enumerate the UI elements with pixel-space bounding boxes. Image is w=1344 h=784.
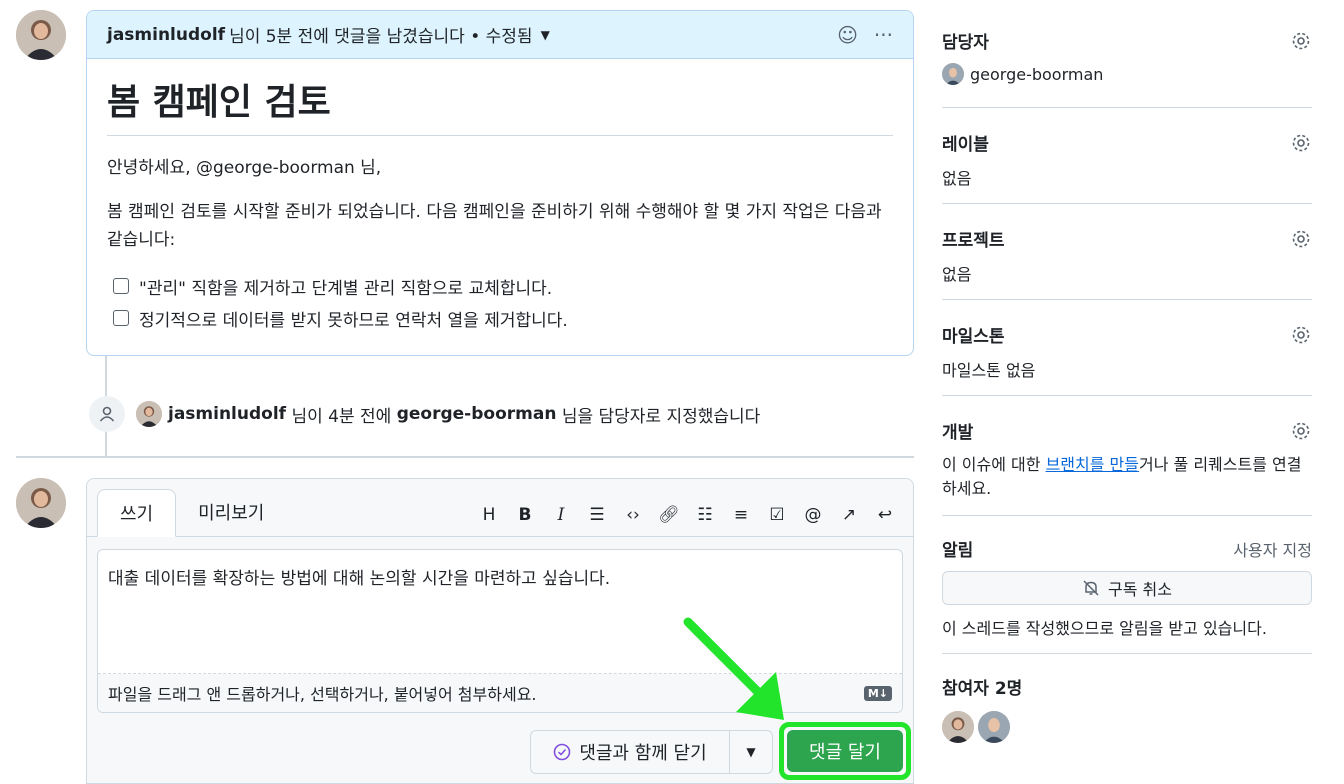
- link-icon[interactable]: 🔗︎: [655, 501, 683, 529]
- assignees-gear-icon[interactable]: [1290, 30, 1312, 52]
- event-text2: 님을 담당자로 지정했습니다: [561, 406, 761, 427]
- development-text: 이 이슈에 대한 브랜치를 만들거나 풀 리퀘스트를 연결하세요.: [942, 453, 1312, 501]
- projects-value: 없음: [942, 265, 972, 284]
- mention-icon[interactable]: @: [799, 501, 827, 529]
- chevron-down-icon: ▼: [746, 745, 756, 759]
- event-assignee[interactable]: george-boorman: [397, 404, 557, 424]
- comment-greeting: 안녕하세요, @george-boorman 님,: [107, 158, 382, 178]
- sidebar-milestone: 마일스톤 마일스톤 없음: [942, 300, 1312, 396]
- close-options-dropdown[interactable]: ▼: [729, 730, 773, 774]
- task-label: "관리" 직함을 제거하고 단계별 관리 직함으로 교체합니다.: [139, 278, 553, 299]
- event-actor[interactable]: jasminludolf: [168, 404, 286, 424]
- create-branch-link[interactable]: 브랜치를 만들: [1046, 455, 1139, 474]
- task-item: "관리" 직함을 제거하고 단계별 관리 직함으로 교체합니다.: [107, 270, 893, 302]
- edited-dropdown-icon[interactable]: ▼: [541, 28, 550, 42]
- more-options-icon[interactable]: ···: [874, 23, 893, 47]
- comment-header: jasminludolf 님이 5분 전에 댓글을 남겼습니다 • 수정됨 ▼ …: [87, 11, 913, 59]
- unordered-list-icon[interactable]: ☷: [691, 501, 719, 529]
- comment-meta: 님이 5분 전에 댓글을 남겼습니다 • 수정됨: [229, 27, 533, 47]
- comment-title: 봄 캠페인 검토: [107, 73, 893, 136]
- sidebar-development: 개발 이 이슈에 대한 브랜치를 만들거나 풀 리퀘스트를 연결하세요.: [942, 396, 1312, 516]
- notification-reason: 이 스레드를 작성했으므로 알림을 받고 있습니다.: [942, 619, 1267, 638]
- issue-comment: jasminludolf 님이 5분 전에 댓글을 남겼습니다 • 수정됨 ▼ …: [86, 10, 914, 356]
- customize-link[interactable]: 사용자 지정: [1233, 537, 1312, 561]
- labels-title: 레이블: [942, 135, 989, 155]
- development-text-before: 이 이슈에 대한: [942, 455, 1046, 474]
- sidebar-labels: 레이블 없음: [942, 108, 1312, 204]
- attach-hint: 파일을 드래그 앤 드롭하거나, 선택하거나, 붙어넣어 첨부하세요.: [108, 685, 537, 704]
- markdown-toolbar: H B I ☰ ‹› 🔗︎ ☷ ≡ ☑ @ ↗ ↩: [475, 501, 899, 529]
- reply-icon[interactable]: ↩: [871, 501, 899, 529]
- participant-avatar[interactable]: [942, 711, 974, 743]
- sidebar-projects: 프로젝트 없음: [942, 204, 1312, 300]
- tab-preview[interactable]: 미리보기: [176, 488, 286, 536]
- timeline-divider: [16, 456, 914, 458]
- ordered-list-icon[interactable]: ≡: [727, 501, 755, 529]
- close-with-comment-button[interactable]: 댓글과 함께 닫기: [530, 730, 730, 774]
- close-with-comment-label: 댓글과 함께 닫기: [579, 743, 707, 764]
- markdown-icon: M↓: [863, 685, 892, 701]
- task-checkbox[interactable]: [113, 278, 129, 294]
- avatar-current-user: [16, 478, 66, 528]
- task-list-icon[interactable]: ☑: [763, 501, 791, 529]
- participants-title: 참여자 2명: [942, 679, 1023, 699]
- green-arrow-annotation: [683, 617, 784, 720]
- development-title: 개발: [942, 423, 974, 443]
- bold-icon[interactable]: B: [511, 501, 539, 529]
- labels-gear-icon[interactable]: [1290, 132, 1312, 154]
- reference-icon[interactable]: ↗: [835, 501, 863, 529]
- sidebar-assignees: 담당자 george-boorman: [942, 28, 1312, 108]
- assignee-name[interactable]: george-boorman: [970, 65, 1103, 84]
- comment-paragraph: 봄 캠페인 검토를 시작할 준비가 되었습니다. 다음 캠페인을 준비하기 위해…: [107, 202, 882, 250]
- comment-button[interactable]: 댓글 달기: [787, 730, 903, 772]
- milestone-value: 마일스톤 없음: [942, 361, 1036, 380]
- person-icon: [89, 396, 125, 432]
- sidebar-notifications: 알림 사용자 지정 구독 취소 이 스레드를 작성했으므로 알림을 받고 있습니…: [942, 516, 1312, 654]
- comment-author[interactable]: jasminludolf: [107, 25, 225, 45]
- projects-title: 프로젝트: [942, 231, 1005, 251]
- code-icon[interactable]: ‹›: [619, 501, 647, 529]
- avatar-jasminludolf[interactable]: [16, 10, 66, 60]
- task-label: 정기적으로 데이터를 받지 못하므로 연락처 열을 제거합니다.: [139, 310, 568, 331]
- tab-write[interactable]: 쓰기: [97, 489, 177, 537]
- notifications-title: 알림: [942, 541, 974, 561]
- italic-icon[interactable]: I: [547, 501, 575, 529]
- avatar-jasminludolf-small[interactable]: [136, 401, 162, 427]
- comment-body: 봄 캠페인 검토 안녕하세요, @george-boorman 님, 봄 캠페인…: [87, 59, 913, 348]
- development-gear-icon[interactable]: [1290, 420, 1312, 442]
- assignees-title: 담당자: [942, 33, 989, 53]
- avatar-george-boorman[interactable]: [942, 63, 964, 85]
- task-item: 정기적으로 데이터를 받지 못하므로 연락처 열을 제거합니다.: [107, 302, 893, 334]
- milestone-gear-icon[interactable]: [1290, 324, 1312, 346]
- labels-value: 없음: [942, 169, 972, 188]
- milestone-title: 마일스톤: [942, 327, 1005, 347]
- bell-slash-icon: [1083, 580, 1099, 596]
- assign-event: jasminludolf 님이 4분 전에 george-boorman 님을 …: [136, 400, 760, 428]
- sidebar-participants: 참여자 2명: [942, 654, 1312, 766]
- heading-icon[interactable]: H: [475, 501, 503, 529]
- task-checkbox[interactable]: [113, 310, 129, 326]
- emoji-reaction-icon[interactable]: ☺: [837, 23, 858, 47]
- participant-avatar[interactable]: [978, 711, 1010, 743]
- check-circle-icon: [554, 743, 571, 761]
- projects-gear-icon[interactable]: [1290, 228, 1312, 250]
- unsubscribe-button[interactable]: 구독 취소: [942, 571, 1312, 605]
- quote-icon[interactable]: ☰: [583, 501, 611, 529]
- sidebar: 담당자 george-boorman 레이블 없음 프로젝트 없음 마일스톤 마…: [942, 28, 1312, 766]
- unsubscribe-label: 구독 취소: [1108, 580, 1172, 599]
- event-text1: 님이 4분 전에: [291, 406, 392, 427]
